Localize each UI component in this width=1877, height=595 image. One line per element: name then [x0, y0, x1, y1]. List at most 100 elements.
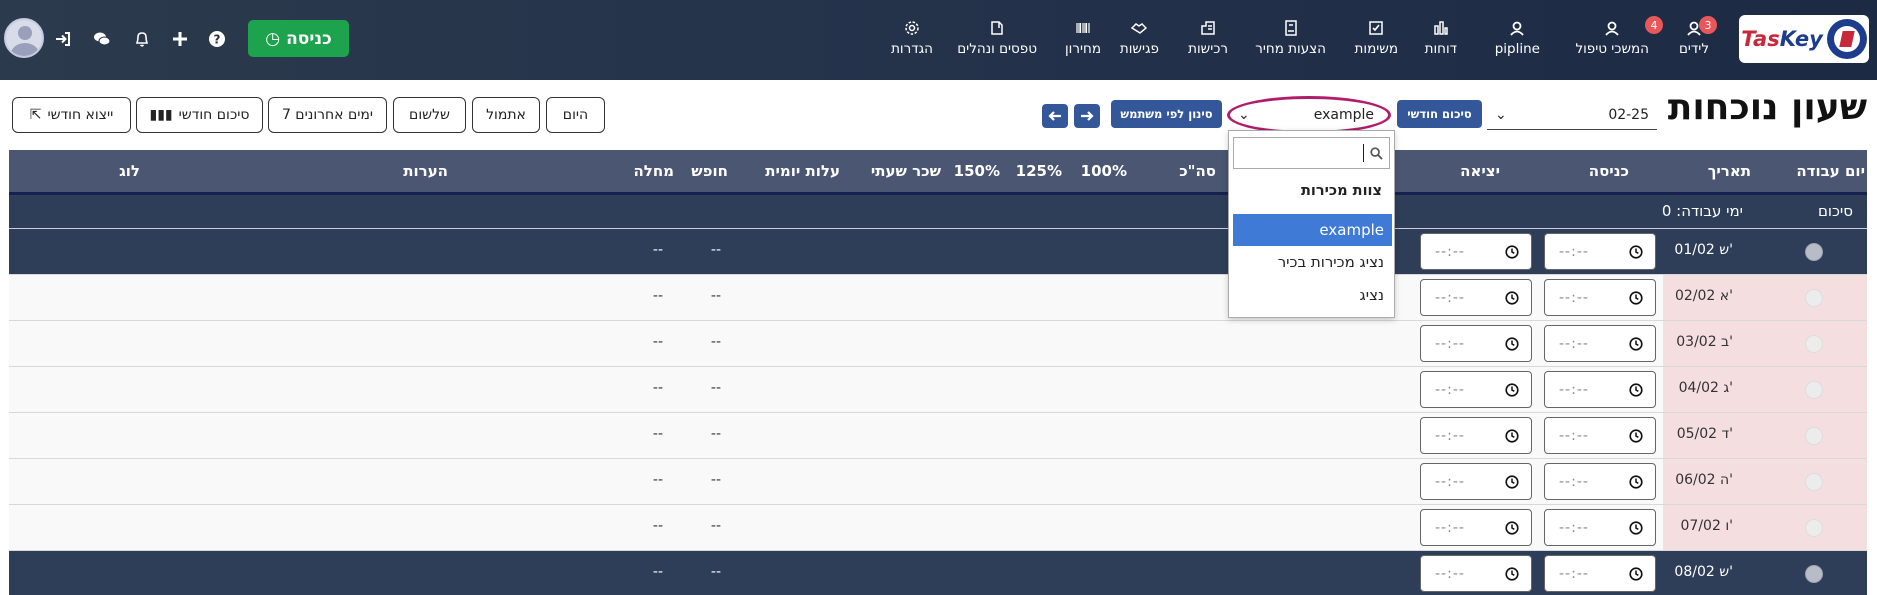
last-7-days-button[interactable]: 7 ימים אחרונים — [268, 97, 387, 133]
prev-arrow-button[interactable] — [1042, 104, 1068, 128]
col-125[interactable]: 125% — [1016, 162, 1062, 180]
workday-radio[interactable] — [1805, 427, 1823, 445]
day-before-yesterday-button[interactable]: שלשום — [393, 97, 466, 133]
table-row: 01/02 ש' --:-- --:-- -- -- — [9, 229, 1867, 275]
workday-radio[interactable] — [1805, 335, 1823, 353]
col-daily-cost[interactable]: עלות יומית — [765, 162, 840, 180]
col-entry[interactable]: כניסה — [1589, 162, 1629, 180]
login-icon[interactable] — [52, 28, 74, 50]
nav-quotes[interactable]: הצעות מחיר — [1255, 20, 1326, 64]
nav-settings[interactable]: הגדרות — [891, 20, 933, 64]
col-log[interactable]: לוג — [119, 162, 140, 180]
workday-radio[interactable] — [1805, 565, 1823, 583]
entry-time-input[interactable]: --:-- — [1544, 417, 1656, 454]
bar-chart-icon: ▮▮▮ — [149, 107, 173, 123]
checkin-button[interactable]: ◷ כניסה — [248, 20, 349, 57]
exit-time-input[interactable]: --:-- — [1420, 509, 1532, 546]
dropdown-option[interactable]: נציג מכירות בכיר — [1233, 246, 1392, 278]
sick-value: -- — [652, 518, 663, 534]
workday-radio[interactable] — [1805, 243, 1823, 261]
entry-time-input[interactable]: --:-- — [1544, 463, 1656, 500]
exit-time-input[interactable]: --:-- — [1420, 463, 1532, 500]
exit-time-input[interactable]: --:-- — [1420, 555, 1532, 592]
clock-icon — [1629, 566, 1643, 581]
table-header: יום עבודה תאריך כניסה יציאה סה"כ 100% 12… — [9, 150, 1867, 195]
exit-time-input[interactable]: --:-- — [1420, 417, 1532, 454]
export-icon: ⇱ — [29, 107, 42, 123]
date-cell: 07/02 ו' — [1663, 505, 1867, 550]
clock-icon — [1629, 244, 1643, 259]
workday-radio[interactable] — [1805, 519, 1823, 537]
sick-value: -- — [652, 380, 663, 396]
sick-value: -- — [652, 242, 663, 258]
entry-time-input[interactable]: --:-- — [1544, 509, 1656, 546]
workday-radio[interactable] — [1805, 473, 1823, 491]
exit-time-input[interactable]: --:-- — [1420, 279, 1532, 316]
nav-followups[interactable]: 4 המשכי טיפול — [1575, 16, 1663, 64]
chevron-down-icon: ⌄ — [1495, 106, 1507, 123]
clock-icon — [1505, 566, 1519, 581]
nav-leads[interactable]: 3 לידים — [1679, 16, 1717, 64]
user-icon — [1510, 21, 1525, 36]
next-arrow-button[interactable] — [1074, 104, 1100, 128]
nav-meetings[interactable]: פגישות — [1120, 20, 1159, 64]
nav-purchases[interactable]: רכישות — [1188, 20, 1228, 64]
date-cell: 02/02 א' — [1663, 275, 1867, 320]
col-exit[interactable]: יציאה — [1460, 162, 1500, 180]
row-date: 03/02 ב' — [1676, 334, 1733, 350]
summary-label: סיכום — [1817, 202, 1853, 220]
dropdown-option[interactable]: נציג — [1233, 279, 1392, 311]
sick-value: -- — [652, 288, 663, 304]
exit-time-input[interactable]: --:-- — [1420, 325, 1532, 362]
chevron-down-icon: ⌄ — [1238, 107, 1250, 123]
nav-reports[interactable]: דוחות — [1425, 20, 1457, 64]
col-total[interactable]: סה"כ — [1179, 162, 1216, 180]
help-icon[interactable]: ? — [206, 28, 228, 50]
col-vacation[interactable]: חופש — [691, 162, 728, 180]
arrow-right-icon — [1081, 111, 1094, 121]
plus-icon[interactable] — [169, 28, 191, 50]
col-notes[interactable]: הערות — [403, 162, 448, 180]
sick-value: -- — [652, 564, 663, 580]
table-row: 03/02 ב' --:-- --:-- -- -- — [9, 321, 1867, 367]
entry-time-input[interactable]: --:-- — [1544, 371, 1656, 408]
filter-by-user-button[interactable]: סינון לפי משתמש — [1111, 100, 1222, 128]
taskey-logo[interactable]: TasKey — [1739, 15, 1869, 63]
clock-icon — [1505, 428, 1519, 443]
col-100[interactable]: 100% — [1081, 162, 1127, 180]
nav-forms[interactable]: טפסים ונהלים — [957, 20, 1037, 64]
table-row: 08/02 ש' --:-- --:-- -- -- — [9, 551, 1867, 595]
col-sick[interactable]: מחלה — [633, 162, 674, 180]
clock-icon — [1505, 382, 1519, 397]
exit-time-input[interactable]: --:-- — [1420, 371, 1532, 408]
workday-radio[interactable] — [1805, 381, 1823, 399]
entry-time-input[interactable]: --:-- — [1544, 325, 1656, 362]
chat-icon[interactable] — [91, 28, 113, 50]
purchase-icon — [1201, 21, 1215, 35]
monthly-summary-button[interactable]: סיכום חודשי — [1397, 100, 1482, 128]
summary-row: סיכום ימי עבודה: 0 — [9, 195, 1867, 229]
dropdown-search-input[interactable] — [1233, 137, 1390, 169]
entry-time-input[interactable]: --:-- — [1544, 279, 1656, 316]
col-workday[interactable]: יום עבודה — [1796, 162, 1865, 180]
yesterday-button[interactable]: אתמול — [472, 97, 540, 133]
entry-time-input[interactable]: --:-- — [1544, 555, 1656, 592]
user-select[interactable]: ⌄ example — [1227, 96, 1391, 134]
col-hourly-wage[interactable]: שכר שעתי — [871, 162, 941, 180]
today-button[interactable]: היום — [546, 97, 605, 133]
entry-time-input[interactable]: --:-- — [1544, 233, 1656, 270]
vacation-value: -- — [710, 426, 721, 442]
dropdown-option[interactable]: example — [1233, 214, 1392, 246]
col-date[interactable]: תאריך — [1708, 162, 1751, 180]
avatar[interactable] — [4, 18, 44, 58]
bell-icon[interactable] — [131, 28, 153, 50]
col-150[interactable]: 150% — [954, 162, 1000, 180]
period-select[interactable]: ⌄ 02-25 — [1487, 100, 1657, 130]
workday-radio[interactable] — [1805, 289, 1823, 307]
nav-pricelist[interactable]: מחירון — [1065, 20, 1101, 64]
nav-tasks[interactable]: משימות — [1355, 20, 1398, 64]
nav-pipline[interactable]: pipline — [1495, 20, 1540, 64]
exit-time-input[interactable]: --:-- — [1420, 233, 1532, 270]
monthly-summary-range-button[interactable]: ▮▮▮ סיכום חודשי — [136, 97, 263, 133]
monthly-export-button[interactable]: ⇱ ייצוא חודשי — [12, 97, 131, 133]
